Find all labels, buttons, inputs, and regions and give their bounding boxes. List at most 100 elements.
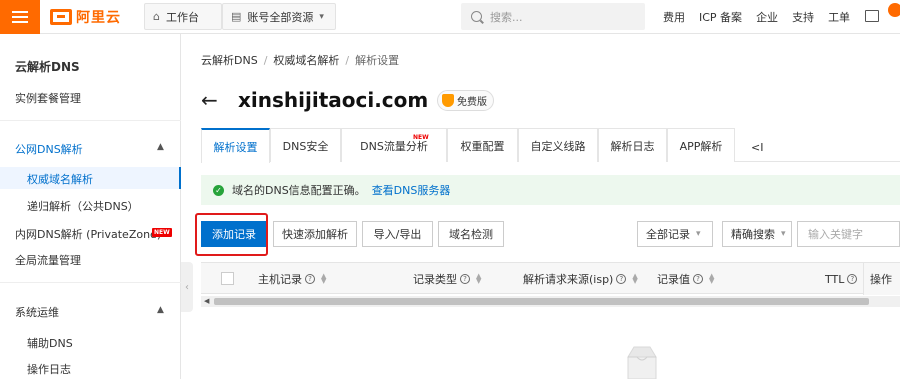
column-label: TTL [825,272,845,286]
logo-text: 阿里云 [76,10,121,26]
tab-label: 解析日志 [610,139,655,153]
tab-traffic-analysis[interactable]: DNS流量分析 [341,128,447,162]
sidebar-title: 云解析DNS [15,60,80,74]
home-icon: ⌂ [153,10,160,23]
sort-icon[interactable]: ▲ ▼ [321,273,326,285]
sort-icon[interactable]: ▲ ▼ [476,273,481,285]
sidebar-item-recursive[interactable]: 递归解析（公共DNS） [27,198,139,214]
quick-add-button[interactable]: 快速添加解析 [273,221,357,247]
tab-label: 解析设置 [213,140,258,154]
chevron-down-icon: ▾ [319,11,324,22]
sidebar-item-aux-dns[interactable]: 辅助DNS [27,335,73,351]
column-label: 主机记录 [258,273,302,286]
sidebar-collapse-handle[interactable]: ‹ [181,262,193,312]
horizontal-scrollbar[interactable]: ◀ [201,296,900,307]
top-link-ticket[interactable]: 工单 [828,9,850,25]
top-links: 费用 ICP 备案 企业 支持 工单 [663,0,864,34]
tab-dns-security[interactable]: DNS安全 [270,128,341,162]
column-isp[interactable]: 解析请求来源(isp) ? ▲ ▼ [523,263,638,295]
help-icon[interactable]: ? [305,274,315,284]
sidebar-group-ops[interactable]: 系统运维 [15,304,59,320]
column-host[interactable]: 主机记录 ? ▲ ▼ [258,263,326,295]
search-mode-value: 精确搜索 [731,228,775,241]
tab-custom-line[interactable]: 自定义线路 [518,128,598,162]
new-badge: NEW [152,228,172,237]
tab-dns-log[interactable]: 解析日志 [598,128,667,162]
help-icon[interactable]: ? [847,274,858,284]
sidebar-divider [0,120,181,121]
top-link-billing[interactable]: 费用 [663,9,685,25]
chevron-up-icon[interactable]: ▲ [157,142,164,152]
breadcrumb-item[interactable]: 云解析DNS [201,54,258,67]
sidebar-item-op-log[interactable]: 操作日志 [27,361,71,377]
sidebar-item-private-zone[interactable]: 内网DNS解析 (PrivateZone) [15,226,161,242]
notice-text: 域名的DNS信息配置正确。 [232,184,366,197]
breadcrumb-item[interactable]: 权威域名解析 [273,54,339,67]
sidebar-item-instance[interactable]: 实例套餐管理 [15,90,81,106]
tabs-scroll-button[interactable]: <I [751,141,763,154]
search-input[interactable]: 搜索... [461,3,645,30]
keyword-input[interactable]: 输入关键字 [797,221,900,247]
tab-dns-settings[interactable]: 解析设置 [201,128,270,163]
tab-label: APP解析 [679,139,723,153]
tab-label: 自定义线路 [530,139,586,153]
sort-icon[interactable]: ▲ ▼ [632,273,637,285]
column-type[interactable]: 记录类型 ? ▲ ▼ [413,263,481,295]
menu-icon[interactable] [0,0,40,34]
sidebar-group-public-dns[interactable]: 公网DNS解析 [15,141,83,157]
search-placeholder: 搜索... [490,10,523,24]
status-notice: ✓ 域名的DNS信息配置正确。 查看DNS服务器 [201,175,900,205]
tab-label: DNS安全 [282,139,329,153]
check-circle-icon: ✓ [213,184,224,196]
sidebar-item-gtm[interactable]: 全局流量管理 [15,252,81,268]
help-icon[interactable]: ? [693,274,703,284]
top-link-enterprise[interactable]: 企业 [756,9,778,25]
message-icon[interactable] [865,10,879,22]
edition-badge: 免费版 [437,90,494,111]
sidebar-item-authoritative[interactable]: 权威域名解析 [27,171,93,187]
table-header: 主机记录 ? ▲ ▼ 记录类型 ? ▲ ▼ 解析请求来源(isp) ? ▲ ▼ 记录值… [201,262,900,295]
column-value[interactable]: 记录值 ? ▲ ▼ [657,263,714,295]
view-dns-servers-link[interactable]: 查看DNS服务器 [372,182,451,198]
top-link-icp[interactable]: ICP 备案 [699,9,742,25]
sort-icon[interactable]: ▲ ▼ [709,273,714,285]
resources-dropdown[interactable]: ▤ 账号全部资源 ▾ [222,3,336,30]
tab-app-dns[interactable]: APP解析 [667,128,735,162]
record-filter-select[interactable]: 全部记录 ▾ [637,221,713,247]
select-all-checkbox[interactable] [221,272,234,285]
resources-label: 账号全部资源 [247,10,314,24]
scroll-thumb[interactable] [214,298,869,305]
scroll-left-icon[interactable]: ◀ [204,297,209,305]
column-label: 记录类型 [413,273,457,286]
column-label: 操作 [870,273,892,286]
avatar[interactable] [888,3,900,17]
sidebar-divider [0,282,181,283]
shield-icon [442,94,454,107]
workbench-button[interactable]: ⌂ 工作台 [144,3,222,30]
tab-bar: 解析设置 DNS安全 DNS流量分析 权重配置 自定义线路 解析日志 APP解析 [201,128,900,269]
page-title: xinshijitaoci.com [238,88,429,112]
breadcrumb-current: 解析设置 [355,54,400,67]
record-filter-value: 全部记录 [646,228,690,241]
edition-label: 免费版 [457,97,487,108]
domain-check-button[interactable]: 域名检测 [438,221,504,247]
tab-weight[interactable]: 权重配置 [447,128,518,162]
aliyun-logo[interactable]: 阿里云 [50,7,121,27]
help-icon[interactable]: ? [616,274,627,284]
highlight-box [195,213,268,256]
chevron-down-icon: ▾ [696,229,701,239]
chevron-down-icon: ▾ [781,229,786,239]
chevron-up-icon[interactable]: ▲ [157,305,164,315]
search-mode-select[interactable]: 精确搜索 ▾ [722,221,792,247]
breadcrumb: 云解析DNS / 权威域名解析 / 解析设置 [201,54,400,67]
import-export-button[interactable]: 导入/导出 [362,221,433,247]
help-icon[interactable]: ? [460,274,470,284]
column-actions: 操作 [863,263,900,295]
top-link-support[interactable]: 支持 [792,9,814,25]
workbench-label: 工作台 [165,10,199,24]
column-label: 记录值 [657,273,690,286]
column-ttl[interactable]: TTL ? [825,263,858,295]
private-zone-label: 内网DNS解析 (PrivateZone) [15,228,162,241]
back-arrow-icon[interactable]: ← [201,88,218,112]
sidebar: 云解析DNS 实例套餐管理 公网DNS解析 ▲ 权威域名解析 递归解析（公共DN… [0,34,181,379]
